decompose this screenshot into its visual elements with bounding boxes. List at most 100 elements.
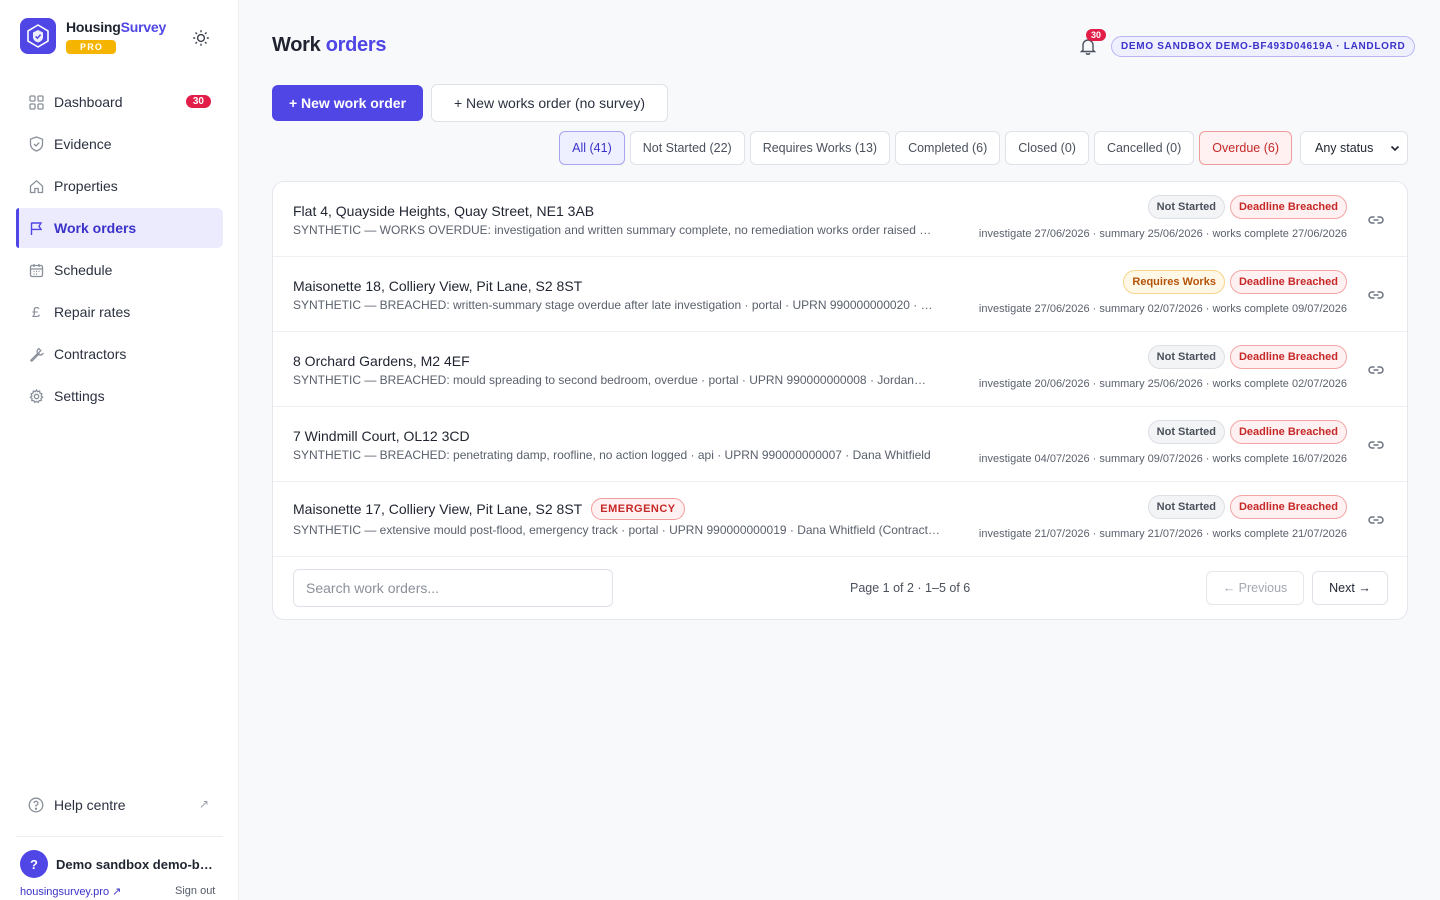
help-centre-label: Help centre (54, 797, 126, 813)
status-filter-bar: All (41) Not Started (22) Requires Works… (554, 131, 1408, 165)
copy-link-button[interactable] (1367, 211, 1385, 229)
sidebar-item-label: Contractors (54, 346, 127, 362)
notification-count-badge: 30 (1086, 29, 1107, 41)
wrench-icon (28, 346, 44, 362)
status-select-value: Any status (1315, 141, 1374, 155)
work-order-badges: Not Started Deadline Breached (1143, 495, 1347, 519)
work-order-row[interactable]: 7 Windmill Court, OL12 3CD SYNTHETIC — B… (273, 407, 1407, 482)
filter-chip-overdue[interactable]: Overdue (6) (1199, 131, 1292, 165)
sidebar-nav: Dashboard 30 Evidence Properties Work or… (16, 82, 223, 418)
work-order-description: SYNTHETIC — extensive mould post-flood, … (293, 523, 940, 537)
sidebar-item-label: Settings (54, 388, 105, 404)
work-order-row[interactable]: Maisonette 17, Colliery View, Pit Lane, … (273, 482, 1407, 557)
emergency-badge: EMERGENCY (591, 498, 685, 520)
sidebar-item-contractors[interactable]: Contractors (16, 334, 223, 374)
work-order-badges: Requires Works Deadline Breached (1118, 270, 1347, 294)
work-order-address: 7 Windmill Court, OL12 3CD (293, 428, 470, 444)
filter-chip-all[interactable]: All (41) (559, 131, 625, 165)
work-order-row[interactable]: 8 Orchard Gardens, M2 4EF SYNTHETIC — BR… (273, 332, 1407, 407)
link-icon (1368, 441, 1384, 449)
new-works-order-no-survey-button[interactable]: + New works order (no survey) (431, 84, 668, 122)
chevron-down-icon (1390, 145, 1400, 152)
work-order-row[interactable]: Flat 4, Quayside Heights, Quay Street, N… (273, 182, 1407, 257)
sun-icon (193, 30, 209, 46)
home-icon (28, 178, 44, 194)
work-order-row[interactable]: Maisonette 18, Colliery View, Pit Lane, … (273, 257, 1407, 332)
status-badge: Not Started (1147, 420, 1225, 444)
theme-toggle-button[interactable] (190, 27, 212, 49)
work-orders-list: Flat 4, Quayside Heights, Quay Street, N… (272, 181, 1408, 620)
sidebar-item-repair-rates[interactable]: £ Repair rates (16, 292, 223, 332)
site-link[interactable]: housingsurvey.pro ↗ (20, 885, 121, 898)
logo-icon (20, 18, 56, 54)
pagination-info: Page 1 of 2 · 1–5 of 6 (850, 581, 971, 595)
sidebar-item-dashboard[interactable]: Dashboard 30 (16, 82, 223, 122)
work-order-badges: Not Started Deadline Breached (1143, 345, 1347, 369)
sandbox-account-pill: DEMO SANDBOX DEMO-BF493D04619A · LANDLOR… (1111, 36, 1416, 57)
filter-chip-closed[interactable]: Closed (0) (1005, 131, 1089, 165)
filter-chip-requires-works[interactable]: Requires Works (13) (749, 131, 891, 165)
help-centre-link[interactable]: Help centre ↗ (16, 785, 223, 825)
link-icon (1368, 216, 1384, 224)
filter-chip-not-started[interactable]: Not Started (22) (629, 131, 745, 165)
user-account[interactable]: ? Demo sandbox demo-bf493d04619a (20, 850, 216, 878)
shield-check-icon (28, 136, 44, 152)
copy-link-button[interactable] (1367, 361, 1385, 379)
sidebar-item-label: Work orders (54, 220, 137, 236)
copy-link-button[interactable] (1367, 511, 1385, 529)
work-order-dates: investigate 21/07/2026 · summary 21/07/2… (978, 528, 1347, 540)
work-order-dates: investigate 20/06/2026 · summary 25/06/2… (978, 378, 1347, 390)
sign-out-link[interactable]: Sign out (175, 885, 215, 897)
work-order-description: SYNTHETIC — BREACHED: written-summary st… (293, 298, 934, 312)
sidebar-item-label: Dashboard (54, 94, 123, 110)
sidebar-item-label: Properties (54, 178, 118, 194)
deadline-badge: Deadline Breached (1229, 495, 1347, 519)
sidebar: HousingSurvey PRO Dashboard 30 Evidence (0, 0, 239, 900)
work-order-dates: investigate 27/06/2026 · summary 02/07/2… (978, 303, 1347, 315)
status-badge: Not Started (1147, 495, 1225, 519)
link-icon (1368, 366, 1384, 374)
deadline-badge: Deadline Breached (1229, 345, 1347, 369)
work-order-address: Maisonette 18, Colliery View, Pit Lane, … (293, 278, 583, 294)
pro-badge: PRO (66, 40, 117, 54)
sidebar-item-settings[interactable]: Settings (16, 376, 223, 416)
work-order-badges: Not Started Deadline Breached (1143, 195, 1347, 219)
list-footer: Page 1 of 2 · 1–5 of 6 ← Previous Next → (273, 557, 1407, 619)
work-order-description: SYNTHETIC — BREACHED: penetrating damp, … (293, 448, 931, 462)
sidebar-item-schedule[interactable]: Schedule (16, 250, 223, 290)
sidebar-item-work-orders[interactable]: Work orders (16, 208, 223, 248)
help-circle-icon (28, 797, 44, 813)
filter-chip-cancelled[interactable]: Cancelled (0) (1093, 131, 1195, 165)
new-work-order-button[interactable]: + New work order (272, 85, 423, 121)
calendar-icon (28, 262, 44, 278)
grid-icon (28, 94, 44, 110)
next-page-button[interactable]: Next → (1312, 571, 1388, 605)
sidebar-item-evidence[interactable]: Evidence (16, 124, 223, 164)
copy-link-button[interactable] (1367, 436, 1385, 454)
page-title: Work orders (272, 34, 387, 56)
work-order-dates: investigate 04/07/2026 · summary 09/07/2… (978, 453, 1347, 465)
link-icon (1368, 291, 1384, 299)
brand[interactable]: HousingSurvey PRO (20, 18, 166, 55)
gear-icon (28, 388, 44, 404)
status-select[interactable]: Any status (1300, 131, 1408, 165)
work-order-dates: investigate 27/06/2026 · summary 25/06/2… (978, 228, 1347, 240)
search-input[interactable] (293, 569, 613, 607)
brand-name: HousingSurvey (66, 19, 167, 35)
sidebar-item-label: Repair rates (54, 304, 131, 320)
filter-chip-completed[interactable]: Completed (6) (895, 131, 1001, 165)
work-order-description: SYNTHETIC — BREACHED: mould spreading to… (293, 373, 929, 387)
external-link-icon: ↗ (198, 797, 209, 811)
pound-icon: £ (31, 303, 41, 321)
work-order-badges: Not Started Deadline Breached (1143, 420, 1347, 444)
dashboard-count-badge: 30 (185, 95, 211, 108)
work-order-address: 8 Orchard Gardens, M2 4EF (293, 353, 470, 369)
work-order-address: Maisonette 17, Colliery View, Pit Lane, … (293, 498, 685, 520)
sidebar-item-label: Schedule (54, 262, 113, 278)
previous-page-button[interactable]: ← Previous (1206, 571, 1304, 605)
copy-link-button[interactable] (1367, 286, 1385, 304)
status-badge: Requires Works (1123, 270, 1225, 294)
sidebar-item-properties[interactable]: Properties (16, 166, 223, 206)
flag-icon (28, 220, 44, 236)
sidebar-item-label: Evidence (54, 136, 112, 152)
